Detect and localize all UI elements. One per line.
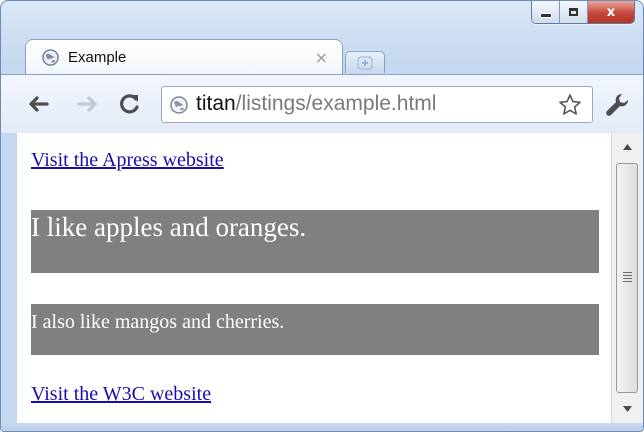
close-window-button[interactable]: x — [588, 1, 634, 23]
address-bar[interactable]: titan/listings/example.html — [161, 86, 593, 123]
window-left-border — [1, 133, 17, 423]
reload-icon — [120, 94, 139, 114]
globe-icon — [170, 96, 188, 114]
tab-title: Example — [68, 49, 127, 66]
forward-arrow-icon — [77, 96, 97, 112]
paragraph-mangos: I also like mangos and cherries. — [31, 304, 599, 355]
plus-icon — [357, 56, 373, 69]
back-arrow-icon — [29, 96, 49, 112]
url-host: titan — [196, 92, 236, 115]
scroll-down-button[interactable] — [612, 397, 643, 421]
link-apress[interactable]: Visit the Apress website — [31, 149, 224, 172]
window-controls: x — [531, 1, 635, 24]
star-icon[interactable] — [558, 93, 582, 117]
tab-example[interactable]: Example × — [25, 39, 343, 75]
scroll-thumb[interactable] — [616, 163, 638, 393]
chevron-up-icon — [623, 144, 632, 150]
back-button[interactable] — [25, 93, 51, 115]
vertical-scrollbar[interactable] — [611, 133, 643, 423]
paragraph-apples: I like apples and oranges. — [31, 210, 599, 273]
chevron-down-icon — [623, 406, 632, 412]
forward-button[interactable] — [75, 93, 101, 115]
scroll-up-button[interactable] — [612, 135, 643, 159]
new-tab-button[interactable] — [345, 51, 385, 73]
close-icon: x — [606, 4, 616, 20]
toolbar: titan/listings/example.html — [1, 74, 643, 134]
minimize-icon — [539, 12, 552, 18]
grip-icon — [623, 272, 632, 282]
url-text: titan/listings/example.html — [196, 92, 436, 116]
browser-window: x Example × titan/listings/example.html … — [0, 0, 644, 432]
wrench-icon[interactable] — [603, 91, 631, 117]
reload-button[interactable] — [117, 93, 143, 115]
page-content: Visit the Apress website I like apples a… — [17, 133, 611, 423]
link-w3c[interactable]: Visit the W3C website — [31, 383, 211, 406]
maximize-button[interactable] — [560, 1, 588, 23]
url-path: /listings/example.html — [235, 92, 437, 115]
globe-icon — [42, 49, 59, 66]
tab-close-icon[interactable]: × — [315, 48, 328, 67]
window-bottom-border — [1, 423, 643, 431]
minimize-button[interactable] — [532, 1, 560, 23]
maximize-icon — [569, 8, 578, 16]
